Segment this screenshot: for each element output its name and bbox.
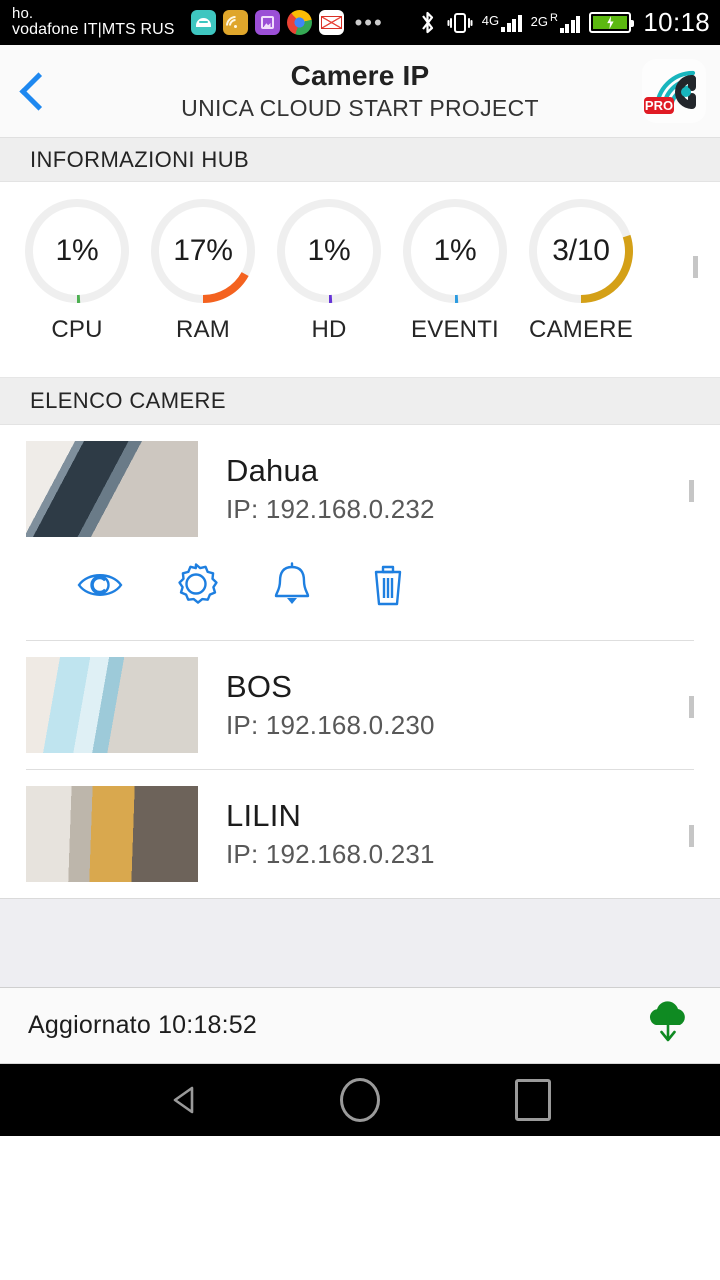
- chrome-icon: [286, 10, 312, 35]
- camera-info: BOS IP: 192.168.0.230: [226, 669, 689, 742]
- delete-button[interactable]: [340, 559, 436, 616]
- logo-pro-badge-text: PRO: [645, 98, 673, 113]
- wifi-icon: [221, 10, 249, 39]
- nav-home-button[interactable]: [328, 1068, 392, 1132]
- eye-icon: [74, 559, 126, 616]
- camera-actions: [0, 553, 720, 640]
- bell-icon: [266, 559, 318, 616]
- gauge-ram: 17% RAM: [140, 195, 266, 344]
- gauge-hd: 1% HD: [266, 195, 392, 344]
- camera-list-item[interactable]: Dahua IP: 192.168.0.232: [0, 425, 720, 553]
- camera-ip: IP: 192.168.0.232: [226, 494, 435, 525]
- chevron-down-icon: [689, 825, 694, 847]
- gmail-icon: [318, 10, 344, 35]
- camera-expand-toggle[interactable]: [689, 696, 694, 718]
- network-type-2g-label: 2G: [530, 14, 548, 29]
- gauge-label: EVENTI: [411, 316, 499, 343]
- gauge-label: CAMERE: [529, 316, 633, 343]
- photos-icon: [254, 10, 280, 35]
- battery-charging-icon: [589, 12, 635, 33]
- signal-4g: 4G: [482, 14, 522, 32]
- camera-name: Dahua: [226, 452, 319, 488]
- gauge-ring: 17%: [147, 195, 259, 307]
- camera-info: LILIN IP: 192.168.0.231: [226, 798, 689, 871]
- camera-list-item[interactable]: LILIN IP: 192.168.0.231: [0, 770, 720, 898]
- trash-icon: [362, 559, 414, 616]
- camera-list: Dahua IP: 192.168.0.232 BOS IP: 192.168.0.2…: [0, 425, 720, 898]
- gauge-group: 1% CPU 17% RAM 1% HD 1% EVENTI 3/10 CAMERE: [0, 182, 644, 344]
- camera-expand-toggle[interactable]: [689, 825, 694, 847]
- notification-icons: •••: [190, 9, 384, 39]
- section-header-cameras: ELENCO CAMERE: [0, 378, 720, 425]
- hub-info-panel: 1% CPU 17% RAM 1% HD 1% EVENTI 3/10 CAMERE: [0, 182, 720, 378]
- gauge-ring: 1%: [399, 195, 511, 307]
- section-header-hub: INFORMAZIONI HUB: [0, 138, 720, 182]
- nav-recents-square-icon: [515, 1079, 552, 1121]
- camera-list-item[interactable]: BOS IP: 192.168.0.230: [0, 641, 720, 769]
- bluetooth-icon: [421, 11, 433, 33]
- gauge-value: 1%: [433, 234, 477, 267]
- chevron-down-icon: [693, 256, 698, 278]
- nav-back-button[interactable]: [155, 1068, 219, 1132]
- footer-bar: Aggiornato 10:18:52: [0, 988, 720, 1064]
- status-indicators: 4G 2G R 10:18: [418, 7, 710, 38]
- back-button[interactable]: [0, 45, 70, 138]
- gauge-ring: 3/10: [525, 195, 637, 307]
- empty-area: [0, 898, 720, 988]
- app-logo-pro-icon[interactable]: PRO: [642, 59, 706, 123]
- camera-info: Dahua IP: 192.168.0.232: [226, 453, 689, 526]
- camera-expand-toggle[interactable]: [689, 480, 694, 502]
- camera-thumbnail[interactable]: [26, 657, 198, 753]
- camera-ip: IP: 192.168.0.231: [226, 839, 435, 870]
- vibrate-icon: [447, 12, 473, 33]
- carrier-line-2: vodafone IT|MTS RUS: [12, 20, 175, 38]
- app-header: Camere IP UNICA CLOUD START PROJECT PRO: [0, 45, 720, 138]
- gauge-label: RAM: [176, 316, 230, 343]
- nav-recents-button[interactable]: [501, 1068, 565, 1132]
- gauge-label: CPU: [51, 316, 103, 343]
- gauge-value: 1%: [55, 234, 99, 267]
- android-nav-bar: [0, 1064, 720, 1136]
- camera-thumbnail[interactable]: [26, 441, 198, 537]
- header-titles: Camere IP UNICA CLOUD START PROJECT: [0, 45, 720, 137]
- notifications-button[interactable]: [244, 559, 340, 616]
- gauge-value: 17%: [173, 234, 233, 267]
- camera-ip: IP: 192.168.0.230: [226, 710, 435, 741]
- gauge-ring: 1%: [21, 195, 133, 307]
- carrier-line-1: ho.: [12, 5, 34, 23]
- nav-back-triangle-icon: [173, 1086, 193, 1114]
- view-button[interactable]: [52, 559, 148, 616]
- chevron-down-icon: [689, 696, 694, 718]
- network-type-4g-label: 4G: [481, 12, 500, 28]
- android-icon: [190, 10, 216, 35]
- camera-thumbnail[interactable]: [26, 786, 198, 882]
- gauge-cpu: 1% CPU: [14, 195, 140, 344]
- settings-button[interactable]: [148, 559, 244, 616]
- cloud-download-icon[interactable]: [640, 995, 696, 1056]
- roaming-label: R: [549, 12, 558, 24]
- last-updated-label: Aggiornato 10:18:52: [28, 1011, 257, 1039]
- page-title: Camere IP: [290, 60, 430, 92]
- chevron-left-icon: [18, 71, 58, 111]
- gauge-value: 3/10: [552, 234, 610, 267]
- gauge-ring: 1%: [273, 195, 385, 307]
- gauge-label: HD: [311, 316, 347, 343]
- gauge-eventi: 1% EVENTI: [392, 195, 518, 344]
- app-screen: ho. vodafone IT|MTS RUS ••• 4G 2G R 10:1…: [0, 0, 720, 1280]
- gauge-value: 1%: [307, 234, 351, 267]
- status-bar-clock: 10:18: [643, 7, 710, 37]
- nav-home-circle-icon: [339, 1078, 380, 1122]
- status-bar: ho. vodafone IT|MTS RUS ••• 4G 2G R 10:1…: [0, 0, 720, 45]
- overflow-dots-icon: •••: [354, 9, 384, 35]
- camera-name: BOS: [226, 668, 293, 704]
- signal-2g: 2G R: [531, 12, 581, 33]
- gear-icon: [170, 559, 222, 616]
- chevron-up-icon: [689, 480, 694, 502]
- gauge-camere: 3/10 CAMERE: [518, 195, 644, 344]
- page-subtitle: UNICA CLOUD START PROJECT: [181, 94, 539, 121]
- carrier-label: ho. vodafone IT|MTS RUS: [12, 6, 175, 39]
- hub-expand-button[interactable]: [693, 256, 698, 278]
- camera-name: LILIN: [226, 797, 302, 833]
